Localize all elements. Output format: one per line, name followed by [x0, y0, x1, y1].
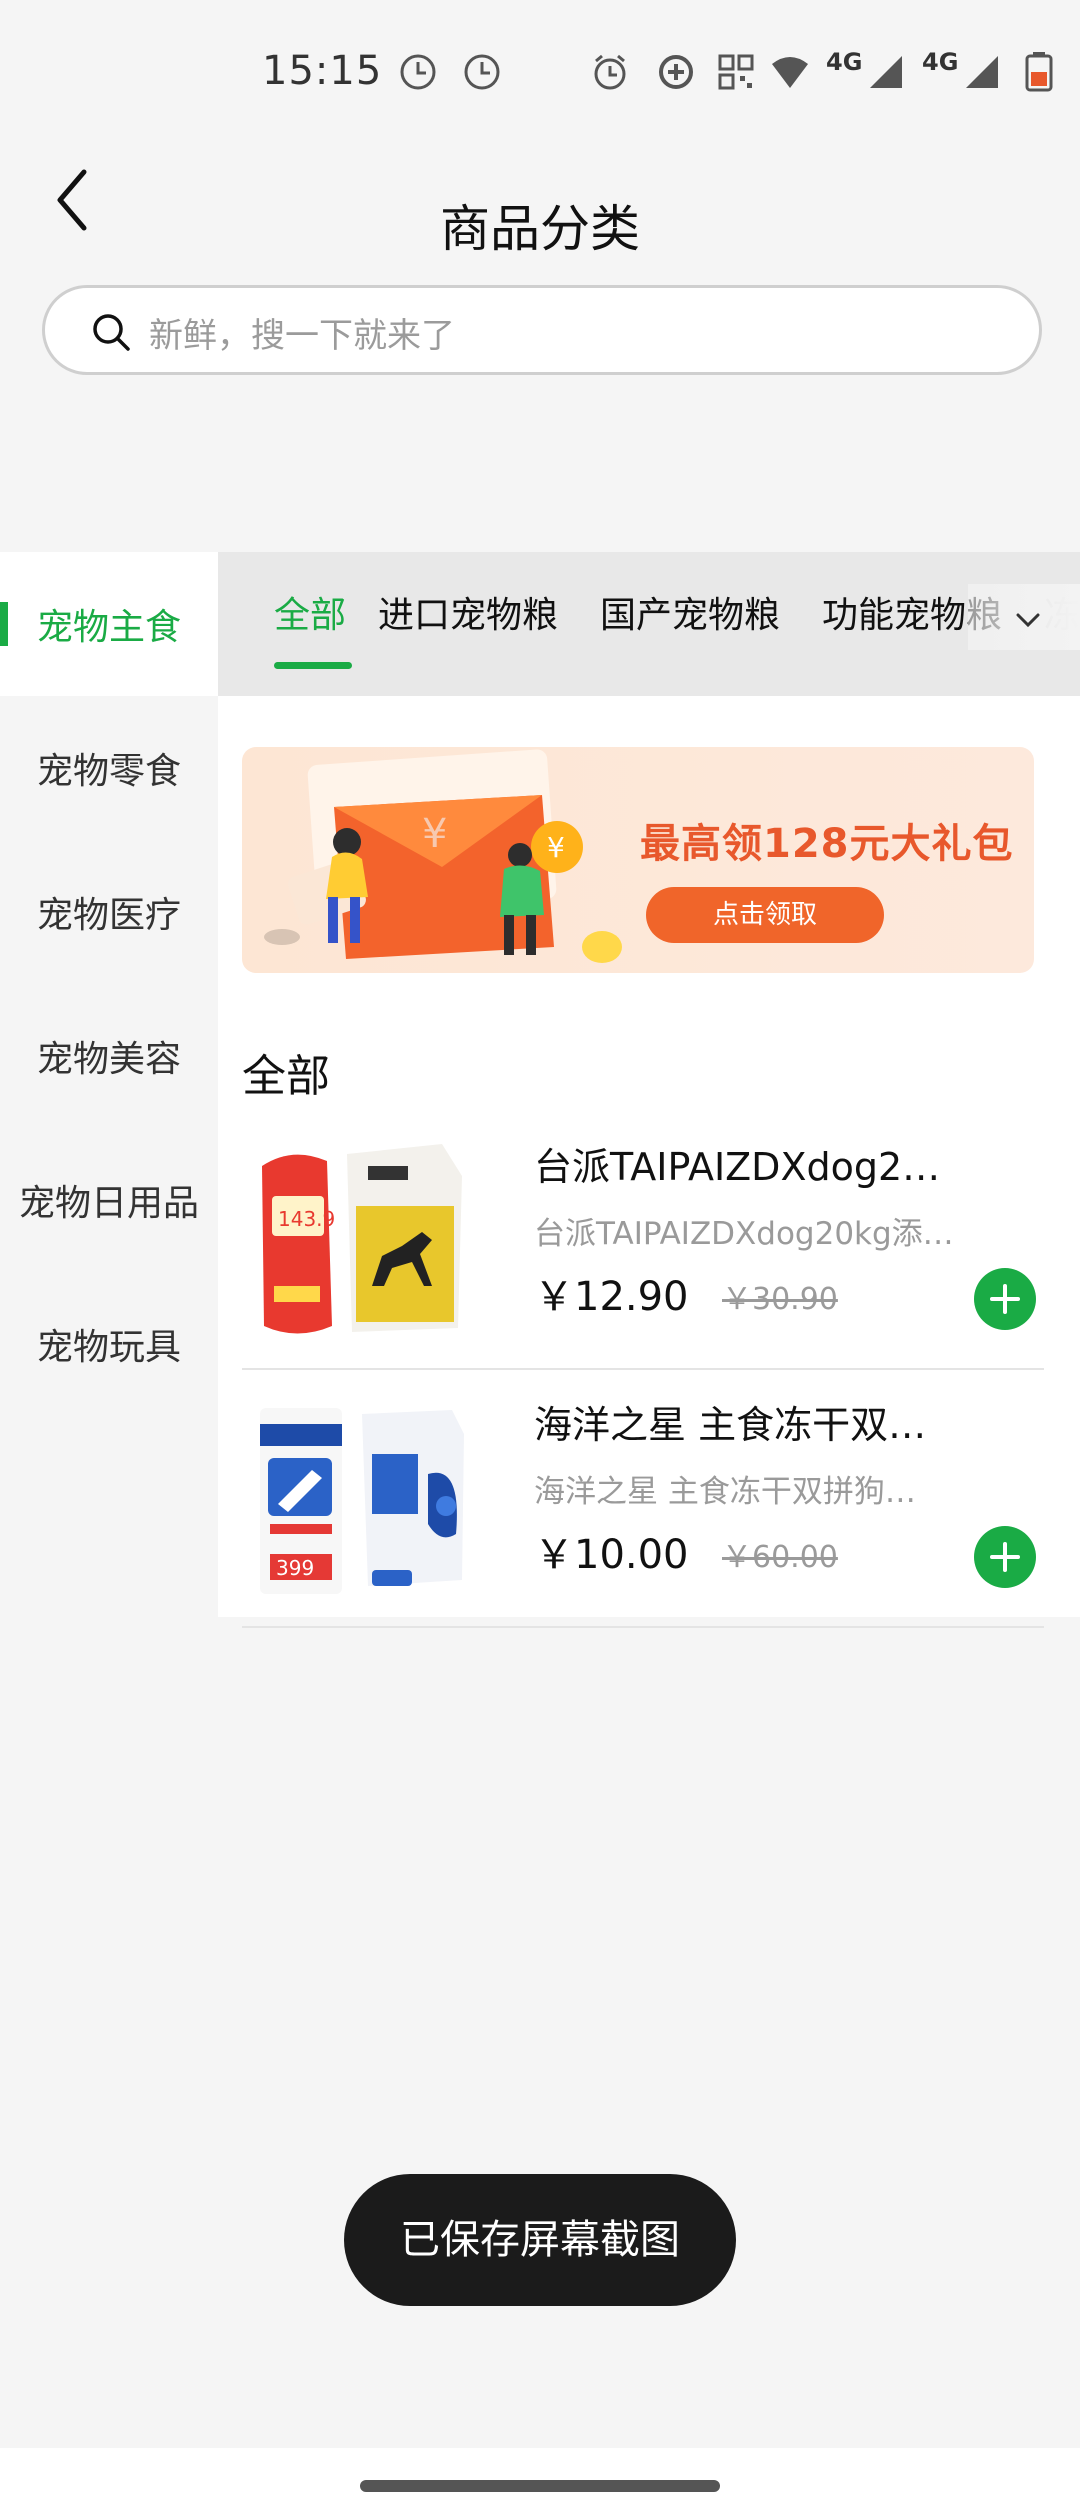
- promo-banner[interactable]: ¥ ¥ 最高领128元大礼包 点击领取: [242, 747, 1034, 973]
- wifi-icon: [772, 57, 808, 88]
- sidebar-item-pet-food[interactable]: 宠物主食: [0, 552, 218, 696]
- svg-text:¥: ¥: [422, 811, 447, 857]
- search-placeholder: 新鲜，搜一下就来了: [149, 316, 455, 356]
- status-bar: 15:15 4G 4G: [0, 0, 1080, 140]
- sidebar-item-label: 宠物日用品: [18, 1183, 199, 1224]
- product-original-price: ￥60.00: [722, 1540, 838, 1575]
- product-name: 海洋之星 主食冻干双…: [534, 1403, 927, 1447]
- network-type: 4G: [922, 48, 959, 76]
- status-time: 15:15: [262, 48, 383, 94]
- data-saver-icon: [659, 55, 693, 89]
- sidebar-item-pet-snacks[interactable]: 宠物零食: [0, 696, 218, 840]
- battery-icon: [1025, 52, 1053, 92]
- add-to-cart-button[interactable]: [974, 1526, 1036, 1588]
- product-subtitle: 海洋之星 主食冻干双拼狗…: [534, 1474, 916, 1510]
- clock-icon: [400, 54, 436, 90]
- chevron-down-icon[interactable]: [1008, 600, 1048, 640]
- svg-text:143.9: 143.9: [278, 1207, 335, 1231]
- product-name: 台派TAIPAIZDXdog2…: [534, 1145, 941, 1189]
- category-sidebar: 宠物主食 宠物零食 宠物医疗 宠物美容 宠物日用品 宠物玩具: [0, 552, 218, 1617]
- product-price: ￥10.00: [534, 1532, 689, 1578]
- header: 商品分类: [0, 140, 1080, 260]
- product-price: ￥12.90: [534, 1274, 689, 1320]
- sidebar-item-pet-medical[interactable]: 宠物医疗: [0, 840, 218, 984]
- banner-illustration: ¥ ¥: [264, 749, 622, 963]
- tab-active-indicator: [274, 662, 352, 669]
- svg-text:399: 399: [276, 1556, 314, 1580]
- product-card[interactable]: 399 海洋之星 主食冻干双… 海洋之星 主食冻干双拼狗… ￥10.00 ￥60…: [242, 1370, 1044, 1628]
- tab-all[interactable]: 全部: [274, 586, 346, 638]
- sidebar-item-pet-grooming[interactable]: 宠物美容: [0, 984, 218, 1128]
- add-to-cart-button[interactable]: [974, 1268, 1036, 1330]
- search-input[interactable]: 新鲜，搜一下就来了: [42, 285, 1042, 375]
- product-image: 143.9: [262, 1144, 462, 1334]
- network-type: 4G: [826, 48, 863, 76]
- search-icon: [93, 314, 130, 351]
- category-content: 全部 进口宠物粮 国产宠物粮 功能宠物粮 冻 ¥ ¥ 最: [218, 552, 1080, 1628]
- alarm-icon: [594, 54, 626, 90]
- svg-text:¥: ¥: [547, 831, 565, 864]
- home-indicator[interactable]: [360, 2480, 720, 2492]
- sidebar-item-pet-toys[interactable]: 宠物玩具: [0, 1272, 218, 1416]
- sidebar-item-label: 宠物主食: [36, 607, 181, 648]
- product-original-price: ￥30.90: [722, 1282, 838, 1317]
- subcategory-tabs: 全部 进口宠物粮 国产宠物粮 功能宠物粮 冻: [218, 552, 1080, 696]
- signal-icon: [966, 56, 998, 88]
- section-title: 全部: [242, 1051, 330, 1102]
- sidebar-item-label: 宠物医疗: [36, 895, 181, 936]
- tab-imported-food[interactable]: 进口宠物粮: [378, 586, 558, 638]
- sidebar-item-label: 宠物玩具: [36, 1327, 181, 1368]
- tab-domestic-food[interactable]: 国产宠物粮: [600, 586, 780, 638]
- navigation-bar: [0, 2448, 1080, 2520]
- claim-button[interactable]: 点击领取: [646, 887, 884, 943]
- clock-icon: [464, 54, 500, 90]
- product-subtitle: 台派TAIPAIZDXdog20kg添…: [534, 1216, 954, 1252]
- active-indicator: [0, 602, 8, 646]
- banner-headline: 最高领128元大礼包: [640, 821, 1014, 867]
- sidebar-item-pet-daily[interactable]: 宠物日用品: [0, 1128, 218, 1272]
- sidebar-item-label: 宠物美容: [36, 1039, 181, 1080]
- sidebar-item-label: 宠物零食: [36, 751, 181, 792]
- product-card[interactable]: 143.9 台派TAIPAIZDXdog2… 台派TAIPAIZDXdog20k…: [242, 1112, 1044, 1370]
- page-title: 商品分类: [440, 200, 640, 258]
- product-image: 399: [260, 1408, 464, 1594]
- screenshot-saved-toast: 已保存屏幕截图: [344, 2174, 736, 2306]
- nfc-icon: [718, 54, 754, 90]
- signal-icon: [870, 56, 902, 88]
